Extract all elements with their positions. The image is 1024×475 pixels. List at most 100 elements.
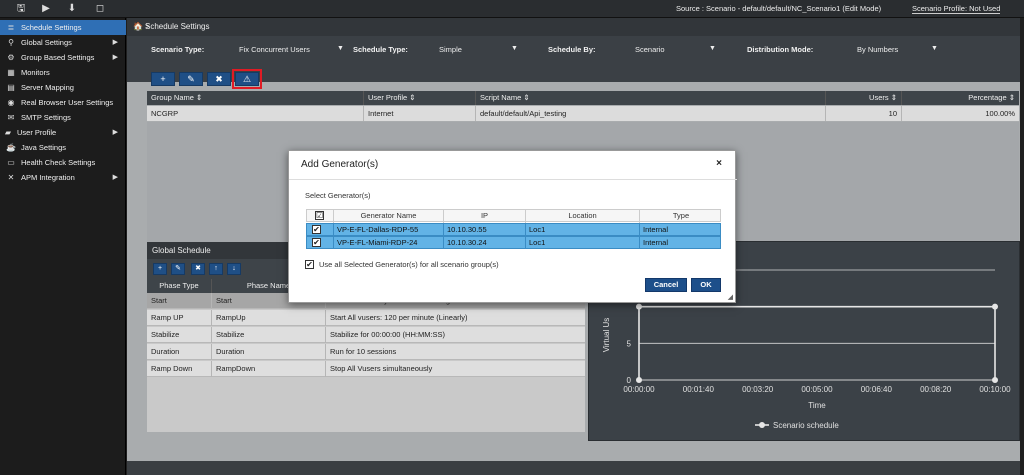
home-icon[interactable]: 🏠 > [133, 18, 150, 36]
table-row[interactable]: NCGRP Internet default/default/Api_testi… [147, 106, 1019, 121]
sidebar-item-server-mapping[interactable]: ▤ Server Mapping [0, 80, 126, 95]
delete-group-button[interactable]: ✖ [207, 72, 231, 86]
play-icon[interactable]: ▶ [40, 3, 52, 15]
table-row[interactable]: Stabilize Stabilize Stabilize for 00:00:… [147, 327, 585, 343]
select-all-checkbox-header[interactable]: ☑ [307, 210, 333, 223]
app-window: 🖫 ▶ ⬇ ◻ Source : Scenario - default/defa… [0, 0, 1024, 475]
caret-down-icon[interactable]: ▼ [337, 45, 344, 52]
dialog-title: Add Generator(s) [301, 159, 379, 170]
row-checkbox-cell[interactable]: ✔ [307, 237, 333, 249]
x-tick-label: 00:08:20 [920, 385, 952, 394]
edit-group-button[interactable]: ✎ [179, 72, 203, 86]
move-up-button[interactable]: ↑ [209, 263, 223, 275]
add-group-button[interactable]: + [151, 72, 175, 86]
sidebar-item-health-check-settings[interactable]: ▭ Health Check Settings [0, 155, 126, 170]
table-row[interactable]: Ramp UP RampUp Start All vusers: 120 per… [147, 310, 585, 326]
cell-phase-description: Start All vusers: 120 per minute (Linear… [325, 310, 585, 326]
column-header-percentage[interactable]: Percentage ⇕ [901, 91, 1019, 105]
sidebar-item-label: Group Based Settings [21, 53, 95, 62]
cell-type: Internal [639, 224, 722, 236]
sidebar-item-label: APM Integration [21, 173, 75, 182]
sidebar-item-java-settings[interactable]: ☕ Java Settings [0, 140, 126, 155]
scenario-type-select[interactable]: Fix Concurrent Users [239, 45, 310, 54]
sidebar-item-label: Monitors [21, 68, 50, 77]
column-header-script-name[interactable]: Script Name ⇕ [475, 91, 825, 105]
ok-button[interactable]: OK [691, 278, 721, 292]
scenario-type-label: Scenario Type: [151, 45, 205, 54]
table-row[interactable]: Ramp Down RampDown Stop All Vusers simul… [147, 361, 585, 377]
save-icon[interactable]: 🖫 [15, 3, 27, 15]
resize-handle-icon[interactable]: ◢ [728, 293, 733, 301]
cell-phase-type: Stabilize [151, 330, 180, 339]
column-header-ip: IP [443, 210, 525, 223]
select-all-checkbox[interactable]: ☑ [315, 211, 324, 220]
schedule-filters: Scenario Type: Fix Concurrent Users ▼ Sc… [127, 36, 1020, 82]
delete-phase-button[interactable]: ✖ [191, 263, 205, 275]
column-header-user-profile[interactable]: User Profile ⇕ [363, 91, 475, 105]
table-row[interactable]: ✔ VP-E-FL-Miami-RDP-24 10.10.30.24 Loc1 … [306, 236, 721, 249]
sidebar-item-group-based-settings[interactable]: ⚙ Group Based Settings ▶ [0, 50, 126, 65]
dialog-divider [289, 179, 737, 180]
sidebar-item-smtp-settings[interactable]: ✉ SMTP Settings [0, 110, 126, 125]
y-tick-label: 5 [627, 339, 632, 348]
cell-ip: 10.10.30.24 [443, 237, 525, 249]
sidebar-item-monitors[interactable]: ▦ Monitors [0, 65, 126, 80]
distribution-mode-select[interactable]: By Numbers [857, 45, 898, 54]
caret-right-icon: ▶ [112, 54, 118, 61]
caret-down-icon[interactable]: ▼ [709, 45, 716, 52]
add-phase-button[interactable]: + [153, 263, 167, 275]
column-header-group-name[interactable]: Group Name ⇕ [147, 91, 363, 105]
sidebar-item-real-browser-user-settings[interactable]: ◉ Real Browser User Settings [0, 95, 126, 110]
cell-location: Loc1 [525, 224, 639, 236]
sidebar-item-label: Global Settings [21, 38, 72, 47]
source-text: Source : Scenario - default/default/NC_S… [676, 4, 882, 13]
caret-down-icon[interactable]: ▼ [931, 45, 938, 52]
cancel-button[interactable]: Cancel [645, 278, 687, 292]
cell-generator-name: VP-E-FL-Dallas-RDP-55 [333, 224, 443, 236]
health-check-icon: ▭ [7, 158, 15, 167]
table-row[interactable]: ✔ VP-E-FL-Dallas-RDP-55 10.10.30.55 Loc1… [306, 223, 721, 236]
use-all-generators-checkbox[interactable]: ✔ [305, 260, 314, 269]
download-icon[interactable]: ⬇ [66, 3, 78, 15]
folder-icon: ▰ [4, 128, 12, 137]
move-down-button[interactable]: ↓ [227, 263, 241, 275]
schedule-by-select[interactable]: Scenario [635, 45, 665, 54]
row-checkbox[interactable]: ✔ [312, 225, 321, 234]
column-header-location: Location [525, 210, 639, 223]
add-generator-button[interactable]: ⚠ [232, 69, 262, 89]
schedule-type-select[interactable]: Simple [439, 45, 462, 54]
cell-generator-name: VP-E-FL-Miami-RDP-24 [333, 237, 443, 249]
mail-icon: ✉ [7, 113, 15, 122]
sidebar-item-user-profile[interactable]: ▰ User Profile ▶ [0, 125, 126, 140]
series-point [636, 377, 642, 383]
column-header-users[interactable]: Users ⇕ [825, 91, 901, 105]
row-checkbox[interactable]: ✔ [312, 238, 321, 247]
top-toolbar: 🖫 ▶ ⬇ ◻ Source : Scenario - default/defa… [0, 0, 1024, 18]
browser-icon: ◉ [7, 98, 15, 107]
row-checkbox-cell[interactable]: ✔ [307, 224, 333, 236]
cell-percentage: 100.00% [901, 106, 1019, 121]
y-axis-label: Virtual Us [602, 318, 611, 353]
caret-down-icon[interactable]: ▼ [511, 45, 518, 52]
series-point [992, 377, 998, 383]
generator-table-header: ☑ Generator Name IP Location Type [306, 209, 721, 223]
edit-phase-button[interactable]: ✎ [171, 263, 185, 275]
sidebar-item-apm-integration[interactable]: ✕ APM Integration ▶ [0, 170, 126, 185]
globe-icon: ⚲ [8, 38, 14, 47]
x-tick-label: 00:03:20 [742, 385, 774, 394]
caret-right-icon: ▶ [112, 129, 118, 136]
series-point [636, 303, 642, 310]
distribution-mode-label: Distribution Mode: [747, 45, 814, 54]
cell-phase-description: Stabilize for 00:00:00 (HH:MM:SS) [325, 327, 585, 343]
monitor-icon: ▦ [7, 68, 15, 77]
table-row[interactable]: Duration Duration Run for 10 sessions [147, 344, 585, 360]
column-header-phase-type: Phase Type [159, 281, 199, 290]
cell-script-name: default/default/Api_testing [475, 106, 825, 121]
sidebar-item-schedule-settings[interactable]: ≣ Schedule Settings [0, 20, 126, 35]
cell-phase-description: Stop All Vusers simultaneously [325, 361, 585, 377]
close-window-icon[interactable]: ◻ [94, 3, 106, 15]
scenario-profile-link[interactable]: Scenario Profile: Not Used [912, 4, 1001, 14]
sidebar-item-global-settings[interactable]: ⚲ Global Settings ▶ [0, 35, 126, 50]
legend-label: Scenario schedule [773, 421, 839, 430]
close-icon[interactable]: × [716, 158, 722, 169]
